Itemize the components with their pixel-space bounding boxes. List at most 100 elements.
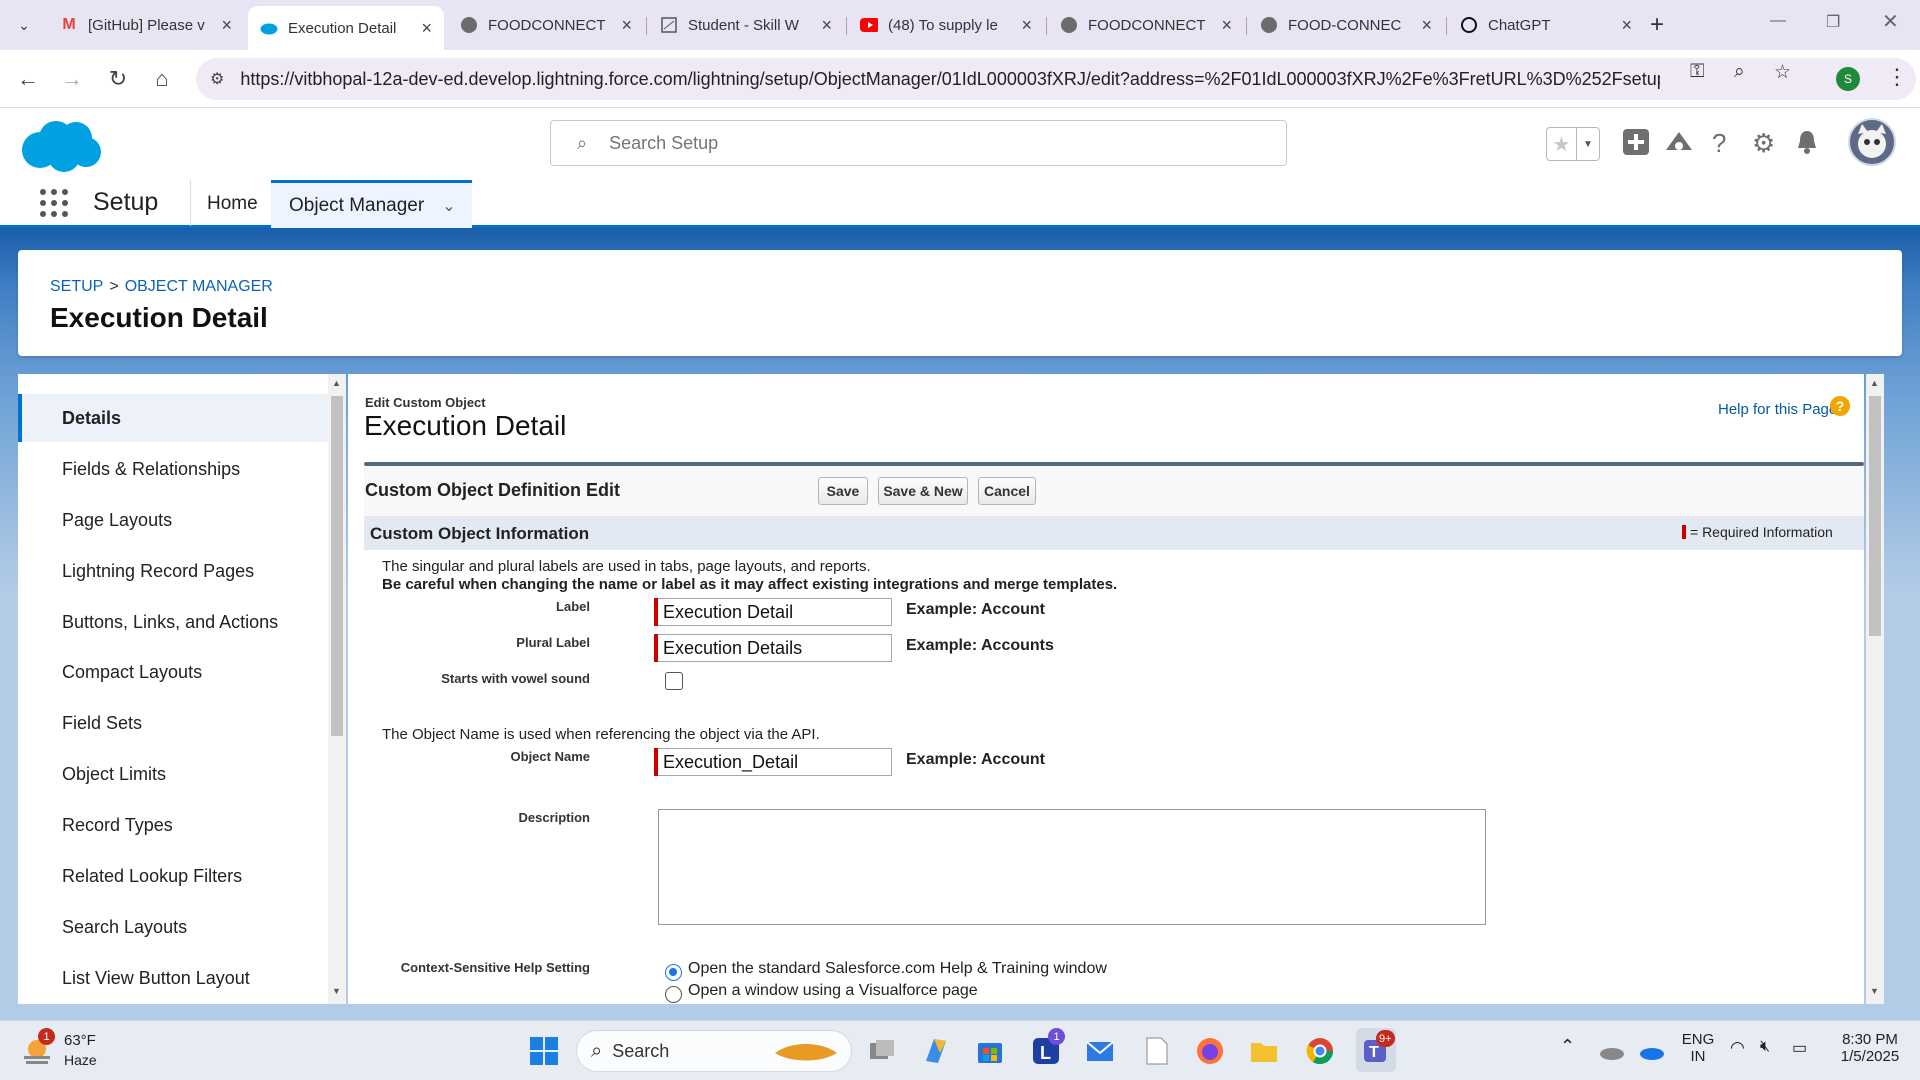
label-input[interactable]	[658, 598, 892, 626]
save-new-button[interactable]: Save & New	[878, 477, 968, 505]
close-icon[interactable]: ×	[821, 15, 832, 36]
sidebar-item-fields-relationships[interactable]: Fields & Relationships	[18, 445, 328, 493]
password-key-icon[interactable]: ⚿	[1690, 61, 1704, 83]
close-icon[interactable]: ×	[421, 18, 432, 39]
sidebar-item-compact-layouts[interactable]: Compact Layouts	[18, 648, 328, 696]
tray-overflow-icon[interactable]: ⌃	[1560, 1036, 1575, 1057]
sidebar-item-details[interactable]: Details	[18, 394, 328, 442]
main-scroll-thumb[interactable]	[1869, 396, 1881, 636]
sidebar-item-search-layouts[interactable]: Search Layouts	[18, 903, 328, 951]
help-option-standard-radio[interactable]	[665, 964, 682, 981]
address-bar[interactable]: ⚙ https://vitbhopal-12a-dev-ed.develop.l…	[196, 58, 1916, 100]
browser-tab-youtube[interactable]: (48) To supply le ×	[848, 7, 1044, 43]
window-close-icon[interactable]: ✕	[1882, 9, 1899, 34]
trailhead-icon[interactable]	[1664, 128, 1694, 163]
home-icon[interactable]: ⌂	[148, 66, 176, 92]
profile-avatar[interactable]: S	[1836, 67, 1860, 91]
browser-tab-github-1[interactable]: FOODCONNECT ×	[448, 7, 644, 43]
zoom-icon[interactable]: ⌕	[1734, 61, 1745, 83]
global-actions-icon[interactable]	[1622, 128, 1650, 163]
sidebar-scrollbar[interactable]: ▲ ▼	[328, 374, 346, 1004]
browser-tab-github-2[interactable]: FOODCONNECT ×	[1048, 7, 1244, 43]
mail-icon[interactable]	[1084, 1035, 1116, 1067]
salesforce-logo[interactable]	[20, 118, 102, 174]
firefox-icon[interactable]	[1194, 1035, 1226, 1067]
weather-widget[interactable]: 1 63°F Haze	[20, 1028, 100, 1072]
scroll-down-icon[interactable]: ▼	[1870, 986, 1879, 996]
restore-icon[interactable]: ❐	[1826, 12, 1840, 32]
sidebar-item-field-sets[interactable]: Field Sets	[18, 699, 328, 747]
scroll-up-icon[interactable]: ▲	[1870, 378, 1879, 388]
notifications-bell-icon[interactable]	[1794, 128, 1820, 163]
taskbar-search[interactable]: ⌕ Search	[576, 1030, 852, 1072]
scroll-down-icon[interactable]: ▼	[332, 986, 341, 996]
sidebar-item-buttons-links-actions[interactable]: Buttons, Links, and Actions	[18, 598, 328, 646]
copilot-icon[interactable]	[920, 1035, 952, 1067]
nav-object-manager[interactable]: Object Manager ⌄	[271, 180, 472, 228]
help-option-visualforce-radio[interactable]	[665, 986, 682, 1003]
onedrive-personal-icon[interactable]	[1596, 1035, 1628, 1067]
cancel-button[interactable]: Cancel	[978, 477, 1036, 505]
favorites-dropdown-icon[interactable]: ▼	[1577, 128, 1599, 160]
browser-tab-student[interactable]: Student - Skill W ×	[648, 7, 844, 43]
setup-search[interactable]: ⌕	[550, 120, 1287, 166]
notepad-icon[interactable]	[1140, 1035, 1172, 1067]
chevron-down-icon[interactable]: ⌄	[442, 196, 455, 216]
chrome-icon[interactable]	[1304, 1035, 1336, 1067]
bookmark-star-icon[interactable]: ☆	[1774, 61, 1791, 84]
sidebar-item-record-types[interactable]: Record Types	[18, 801, 328, 849]
description-textarea[interactable]	[658, 809, 1486, 925]
language-indicator[interactable]: ENG IN	[1674, 1031, 1722, 1065]
task-view-icon[interactable]	[866, 1035, 898, 1067]
breadcrumb-setup[interactable]: SETUP	[50, 278, 103, 295]
help-for-page-link[interactable]: Help for this Page	[1718, 401, 1837, 418]
setup-gear-icon[interactable]: ⚙	[1752, 128, 1775, 159]
favorites-control[interactable]: ★ ▼	[1546, 127, 1600, 161]
help-question-icon[interactable]: ?	[1830, 396, 1850, 416]
scroll-up-icon[interactable]: ▲	[332, 378, 341, 388]
tab-search-icon[interactable]: ⌄	[10, 11, 38, 39]
breadcrumb-object-manager[interactable]: OBJECT MANAGER	[125, 278, 273, 295]
browser-tab-salesforce[interactable]: Execution Detail ×	[248, 6, 444, 50]
browser-tab-gmail[interactable]: M [GitHub] Please v ×	[48, 7, 244, 43]
wifi-icon[interactable]: ◠	[1730, 1038, 1745, 1058]
app-launcher-icon[interactable]	[40, 189, 68, 217]
file-explorer-icon[interactable]	[1248, 1035, 1280, 1067]
nav-home[interactable]: Home	[207, 193, 258, 215]
save-button[interactable]: Save	[818, 477, 868, 505]
main-scrollbar[interactable]: ▲ ▼	[1866, 374, 1884, 1004]
volume-muted-icon[interactable]: 🔇︎	[1760, 1038, 1770, 1056]
close-icon[interactable]: ×	[1221, 15, 1232, 36]
sidebar-scroll-thumb[interactable]	[331, 396, 343, 736]
sidebar-item-page-layouts[interactable]: Page Layouts	[18, 496, 328, 544]
favorites-star-icon[interactable]: ★	[1547, 128, 1577, 160]
close-icon[interactable]: ×	[1421, 15, 1432, 36]
help-icon[interactable]: ?	[1712, 128, 1726, 159]
setup-search-input[interactable]	[609, 132, 1250, 154]
minimize-icon[interactable]: —	[1770, 12, 1786, 30]
sidebar-item-list-view-button-layout[interactable]: List View Button Layout	[18, 954, 328, 1002]
close-icon[interactable]: ×	[1021, 15, 1032, 36]
close-icon[interactable]: ×	[621, 15, 632, 36]
browser-menu-icon[interactable]: ⋮	[1886, 64, 1908, 90]
vowel-sound-checkbox[interactable]	[665, 672, 683, 690]
back-icon[interactable]: ←	[14, 66, 42, 92]
sidebar-item-object-limits[interactable]: Object Limits	[18, 750, 328, 798]
plural-label-input[interactable]	[658, 634, 892, 662]
close-icon[interactable]: ×	[221, 15, 232, 36]
browser-tab-github-3[interactable]: FOOD-CONNEC ×	[1248, 7, 1444, 43]
onedrive-icon[interactable]	[1636, 1035, 1668, 1067]
site-info-icon[interactable]: ⚙	[210, 69, 224, 89]
windows-start-icon[interactable]	[528, 1035, 560, 1067]
forward-icon[interactable]: →	[58, 66, 86, 92]
battery-icon[interactable]: ▭	[1792, 1038, 1807, 1058]
browser-tab-chatgpt[interactable]: ChatGPT ×	[1448, 7, 1644, 43]
object-name-input[interactable]	[658, 748, 892, 776]
close-icon[interactable]: ×	[1621, 15, 1632, 36]
new-tab-icon[interactable]: +	[1650, 11, 1664, 39]
microsoft-store-icon[interactable]	[974, 1035, 1006, 1067]
sidebar-item-related-lookup-filters[interactable]: Related Lookup Filters	[18, 852, 328, 900]
sidebar-item-lightning-record-pages[interactable]: Lightning Record Pages	[18, 547, 328, 595]
clock[interactable]: 8:30 PM 1/5/2025	[1830, 1031, 1910, 1065]
url-text[interactable]: https://vitbhopal-12a-dev-ed.develop.lig…	[240, 69, 1660, 90]
